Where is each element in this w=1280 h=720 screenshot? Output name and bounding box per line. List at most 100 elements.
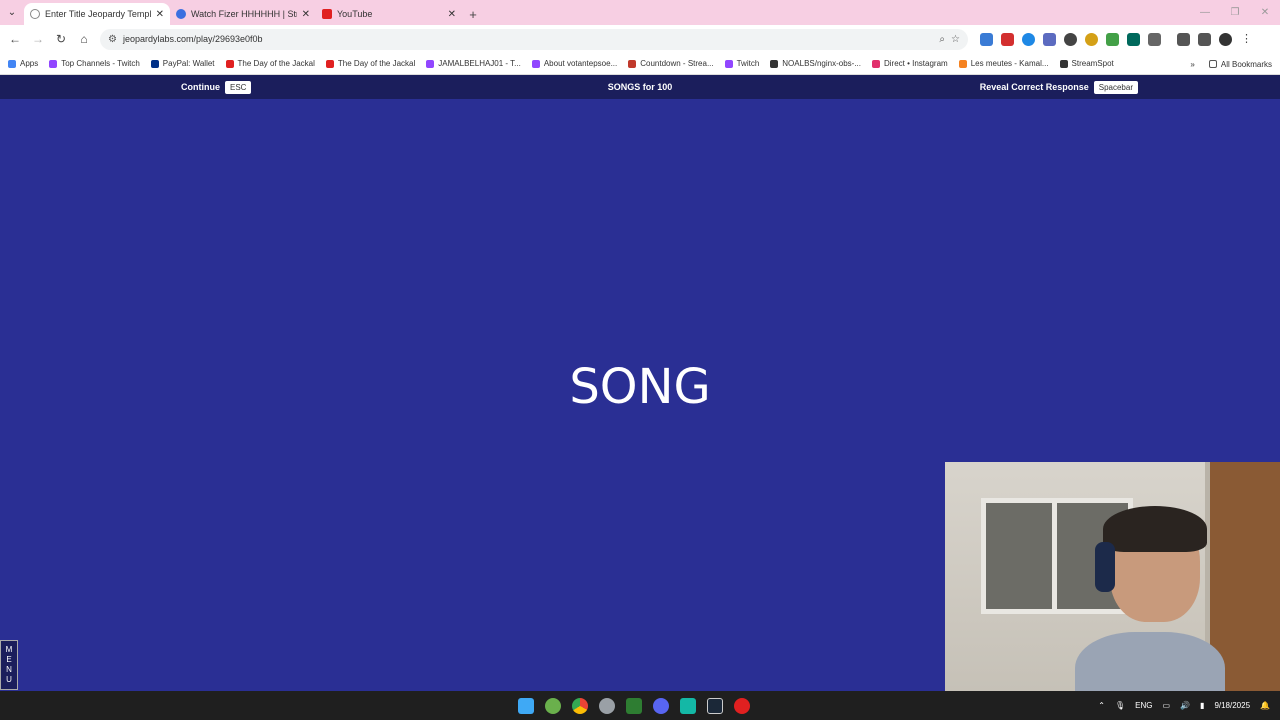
all-bookmarks-label: All Bookmarks <box>1220 59 1272 69</box>
app-icon[interactable] <box>626 697 642 714</box>
bookmark-favicon-icon <box>426 59 435 68</box>
youtube-icon[interactable] <box>734 697 750 714</box>
bookmark-label: The Day of the Jackal <box>237 59 315 68</box>
profile-avatar-icon[interactable] <box>1219 32 1232 46</box>
bookmark-favicon-icon <box>8 59 16 68</box>
esc-key-badge: ESC <box>225 80 252 94</box>
tab-stream[interactable]: Watch Fizer HHHHHH | Streams ✕ <box>170 3 316 25</box>
menu-tab[interactable]: M E N U <box>0 640 18 690</box>
settings-icon[interactable] <box>599 697 615 714</box>
kebab-menu-icon[interactable]: ⋮ <box>1240 33 1253 46</box>
bookmark-item[interactable]: About votantepsoe... <box>531 59 617 68</box>
extension-icon[interactable] <box>1064 32 1077 46</box>
close-icon[interactable]: ✕ <box>156 9 164 20</box>
person-hair <box>1103 506 1207 552</box>
continue-label: Continue <box>181 82 220 92</box>
close-icon[interactable]: ✕ <box>302 9 310 20</box>
close-icon[interactable]: ✕ <box>448 9 456 20</box>
bookmark-item[interactable]: JAMALBELHAJ01 - T... <box>426 59 521 68</box>
back-icon[interactable]: ← <box>4 28 26 50</box>
reload-icon[interactable]: ↻ <box>50 28 72 50</box>
bookmark-item[interactable]: Apps <box>8 59 38 68</box>
network-icon[interactable]: ▭ <box>1163 701 1171 710</box>
extension-icon[interactable] <box>1127 32 1140 46</box>
gear-favicon-icon <box>30 9 40 19</box>
bookmark-label: Countdown - Strea... <box>640 59 714 68</box>
app-icon[interactable] <box>680 697 696 714</box>
bookmark-label: StreamSpot <box>1071 59 1114 68</box>
bookmark-item[interactable]: Countdown - Strea... <box>628 59 714 68</box>
bookmarks-bar: Apps Top Channels - Twitch PayPal: Wallet T… <box>0 53 1280 75</box>
bookmark-item[interactable]: PayPal: Wallet <box>150 59 215 68</box>
bookmark-favicon-icon <box>325 59 334 68</box>
category-title-text: SONGS for 100 <box>607 82 673 92</box>
bookmark-item[interactable]: Twitch <box>724 59 760 68</box>
bookmark-favicon-icon <box>871 59 880 68</box>
site-info-icon[interactable]: ⚙ <box>108 34 117 45</box>
notification-icon[interactable]: 🔔 <box>1260 701 1270 710</box>
media-icon[interactable] <box>1198 32 1211 46</box>
bookmark-item[interactable]: Direct • Instagram <box>871 59 948 68</box>
webcam-overlay <box>945 462 1280 702</box>
taskbar-apps <box>518 691 750 720</box>
all-bookmarks[interactable]: All Bookmarks <box>1208 59 1272 69</box>
star-icon[interactable]: ☆ <box>951 34 960 45</box>
bookmark-item[interactable]: Top Channels - Twitch <box>49 59 140 68</box>
close-window-icon[interactable]: ✕ <box>1250 0 1280 25</box>
bookmark-item[interactable]: The Day of the Jackal <box>225 59 315 68</box>
language-indicator[interactable]: ENG <box>1135 701 1152 710</box>
bookmark-item[interactable]: Les meutes - Kamal... <box>958 59 1049 68</box>
more-bookmarks-icon[interactable]: » <box>1190 60 1194 69</box>
tab-youtube[interactable]: YouTube ✕ <box>316 3 462 25</box>
address-bar[interactable]: ⚙ jeopardylabs.com/play/29693e0f0b ⌕ ☆ <box>100 28 968 50</box>
bookmark-favicon-icon <box>531 59 540 68</box>
headset-icon <box>1095 542 1115 592</box>
bookmark-item[interactable]: The Day of the Jackal <box>325 59 416 68</box>
zoom-icon[interactable]: ⌕ <box>939 34 945 45</box>
maximize-icon[interactable]: ❐ <box>1220 0 1250 25</box>
start-icon[interactable] <box>518 697 534 714</box>
extension-icon[interactable] <box>980 32 993 46</box>
webcam-person <box>1075 506 1225 702</box>
bookmark-favicon-icon <box>49 59 58 68</box>
mic-icon[interactable]: 🎙 <box>1115 701 1125 710</box>
bookmark-label: Twitch <box>736 59 760 68</box>
extension-icon[interactable] <box>1085 32 1098 46</box>
extension-icon[interactable] <box>1106 32 1119 46</box>
bookmark-label: The Day of the Jackal <box>337 59 416 68</box>
chevron-up-icon[interactable]: ⌃ <box>1098 701 1105 710</box>
bookmark-favicon-icon <box>958 59 967 68</box>
browser-toolbar: ← → ↻ ⌂ ⚙ jeopardylabs.com/play/29693e0f… <box>0 25 1280 53</box>
extension-icon[interactable] <box>1022 32 1035 46</box>
bookmark-item[interactable]: NOALBS/nginx-obs-... <box>770 59 861 68</box>
tab-search-icon[interactable]: ⌄ <box>0 0 24 25</box>
battery-icon[interactable]: ▮ <box>1200 701 1204 710</box>
reveal-response-button[interactable]: Reveal Correct Response Spacebar <box>980 75 1138 99</box>
forward-icon[interactable]: → <box>27 28 49 50</box>
menu-letter: E <box>6 655 12 664</box>
taskbar: ⌃ 🎙 ENG ▭ 🔊 ▮ 9/18/2025 🔔 <box>0 691 1280 720</box>
download-icon[interactable] <box>1177 32 1190 46</box>
bookmark-label: Top Channels - Twitch <box>61 59 140 68</box>
extension-icon[interactable] <box>1043 32 1056 46</box>
minimize-icon[interactable]: — <box>1190 0 1220 25</box>
menu-letter: N <box>6 665 12 674</box>
steam-icon[interactable] <box>707 697 723 714</box>
continue-button[interactable]: Continue ESC <box>181 75 252 99</box>
volume-icon[interactable]: 🔊 <box>1180 701 1190 710</box>
bookmark-favicon-icon <box>225 59 234 68</box>
new-tab-button[interactable]: + <box>462 3 484 25</box>
puzzle-extensions-icon[interactable] <box>1148 32 1161 46</box>
app-icon[interactable] <box>545 697 561 714</box>
discord-icon[interactable] <box>653 697 669 714</box>
clock-date[interactable]: 9/18/2025 <box>1214 701 1250 710</box>
bookmark-item[interactable]: StreamSpot <box>1059 59 1114 68</box>
tab-jeopardy[interactable]: Enter Title Jeopardy Template ✕ <box>24 3 170 25</box>
bookmark-label: Les meutes - Kamal... <box>970 59 1049 68</box>
home-icon[interactable]: ⌂ <box>73 28 95 50</box>
bookmarks-right: » All Bookmarks <box>1190 53 1272 75</box>
menu-letter: U <box>6 675 12 684</box>
chrome-icon[interactable] <box>572 697 588 714</box>
extension-icon[interactable] <box>1001 32 1014 46</box>
tab-title: YouTube <box>337 9 373 19</box>
